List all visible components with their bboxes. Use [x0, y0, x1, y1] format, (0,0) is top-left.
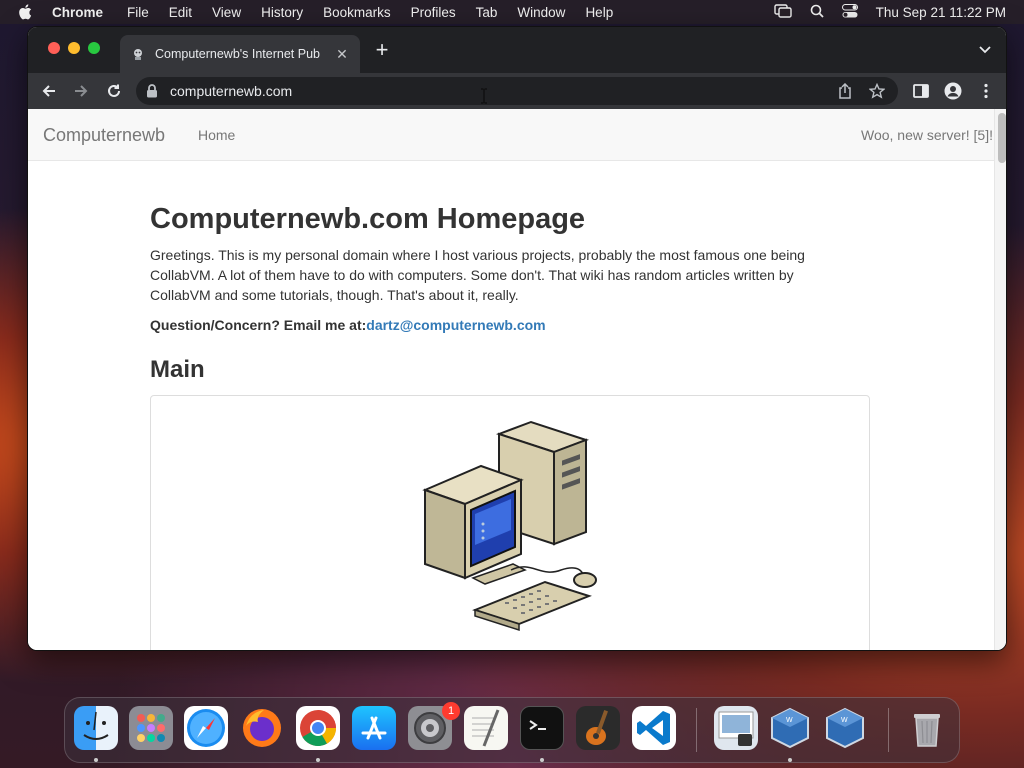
textedit-icon[interactable] [464, 706, 508, 750]
svg-text:W: W [841, 717, 848, 724]
minimize-window-button[interactable] [68, 42, 80, 54]
page-heading: Computernewb.com Homepage [150, 203, 586, 235]
main-panel [150, 395, 870, 650]
preview-icon[interactable] [714, 706, 758, 750]
apple-icon[interactable] [18, 4, 36, 20]
finder-icon[interactable] [74, 706, 118, 750]
menu-bookmarks[interactable]: Bookmarks [323, 5, 391, 20]
finder-running-dot [94, 758, 98, 762]
site-brand-link[interactable]: Computernewb [43, 125, 165, 146]
safari-icon[interactable] [184, 706, 228, 750]
virtualbox-running-dot [788, 758, 792, 762]
menu-file[interactable]: File [127, 5, 149, 20]
forward-arrow-icon[interactable] [70, 80, 92, 102]
scrollbar-thumb[interactable] [998, 113, 1006, 163]
svg-text:W: W [786, 717, 793, 724]
page-scrollbar[interactable] [994, 109, 1006, 650]
garageband-icon[interactable] [576, 706, 620, 750]
app-store-icon[interactable] [352, 706, 396, 750]
menu-bar: Chrome File Edit View History Bookmarks … [0, 0, 1024, 24]
site-navbar: Computernewb Home Woo, new server! [5]! [28, 109, 1006, 161]
chrome-running-dot [316, 758, 320, 762]
system-settings-badge: 1 [442, 702, 460, 720]
section-heading: Main [150, 356, 205, 383]
new-tab-icon[interactable]: + [372, 39, 392, 61]
address-bar[interactable] [136, 77, 898, 105]
menu-view[interactable]: View [212, 5, 241, 20]
menu-window[interactable]: Window [517, 5, 565, 20]
computer-illustration-icon [422, 420, 597, 632]
page-viewport[interactable]: Computernewb Home Woo, new server! [5]! … [28, 109, 1006, 650]
firefox-icon[interactable] [240, 706, 284, 750]
contact-email-link[interactable]: dartz@computernewb.com [366, 317, 545, 333]
profile-avatar-icon[interactable] [942, 80, 964, 102]
window-controls [48, 42, 100, 54]
terminal-icon[interactable] [520, 706, 564, 750]
virtualbox-manager-icon[interactable]: W [823, 706, 867, 750]
main-content: Computernewb.com Homepage Greetings. Thi… [150, 161, 872, 650]
menu-history[interactable]: History [261, 5, 303, 20]
spotlight-search-icon[interactable] [810, 4, 824, 21]
terminal-running-dot [540, 758, 544, 762]
contact-line: Question/Concern? Email me at:dartz@comp… [150, 315, 872, 335]
menu-clock[interactable]: Thu Sep 21 11:22 PM [876, 5, 1006, 20]
back-arrow-icon[interactable] [38, 80, 60, 102]
dock-separator [696, 708, 697, 752]
zoom-window-button[interactable] [88, 42, 100, 54]
lock-icon[interactable] [146, 84, 160, 98]
contact-label: Question/Concern? Email me at: [150, 317, 367, 333]
launchpad-icon[interactable] [129, 706, 173, 750]
intro-paragraph: Greetings. This is my personal domain wh… [150, 247, 805, 303]
reload-icon[interactable] [103, 80, 125, 102]
tab-search-chevron-icon[interactable] [978, 42, 992, 61]
chrome-icon[interactable] [296, 706, 340, 750]
vscode-icon[interactable] [632, 706, 676, 750]
nav-announcement-link[interactable]: Woo, new server! [5]! [861, 127, 993, 143]
menu-edit[interactable]: Edit [169, 5, 192, 20]
more-menu-icon[interactable] [975, 80, 997, 102]
tab-strip: Computernewb's Internet Pub ✕ + [28, 27, 1006, 73]
menu-tab[interactable]: Tab [476, 5, 498, 20]
tab-title: Computernewb's Internet Pub [155, 47, 320, 61]
screen-mirroring-icon[interactable] [773, 3, 792, 21]
close-window-button[interactable] [48, 42, 60, 54]
share-icon[interactable] [834, 80, 856, 102]
control-center-icon[interactable] [841, 3, 858, 21]
nav-home-link[interactable]: Home [198, 127, 235, 143]
menu-app-name[interactable]: Chrome [52, 5, 103, 20]
bookmark-star-icon[interactable] [866, 80, 888, 102]
site-favicon-icon [130, 46, 146, 62]
virtualbox-vm-icon[interactable]: W [768, 706, 812, 750]
browser-window: Computernewb's Internet Pub ✕ + computer… [27, 26, 1007, 651]
menu-profiles[interactable]: Profiles [411, 5, 456, 20]
browser-toolbar [28, 73, 1006, 109]
dock-separator-2 [888, 708, 889, 752]
side-panel-icon[interactable] [910, 80, 932, 102]
url-input[interactable] [170, 83, 834, 99]
close-tab-icon[interactable]: ✕ [334, 46, 350, 62]
text-cursor-icon [481, 88, 487, 104]
browser-tab[interactable]: Computernewb's Internet Pub ✕ [120, 35, 360, 73]
dock: 1 W W [64, 697, 960, 763]
menu-help[interactable]: Help [585, 5, 613, 20]
trash-icon[interactable] [905, 706, 949, 750]
